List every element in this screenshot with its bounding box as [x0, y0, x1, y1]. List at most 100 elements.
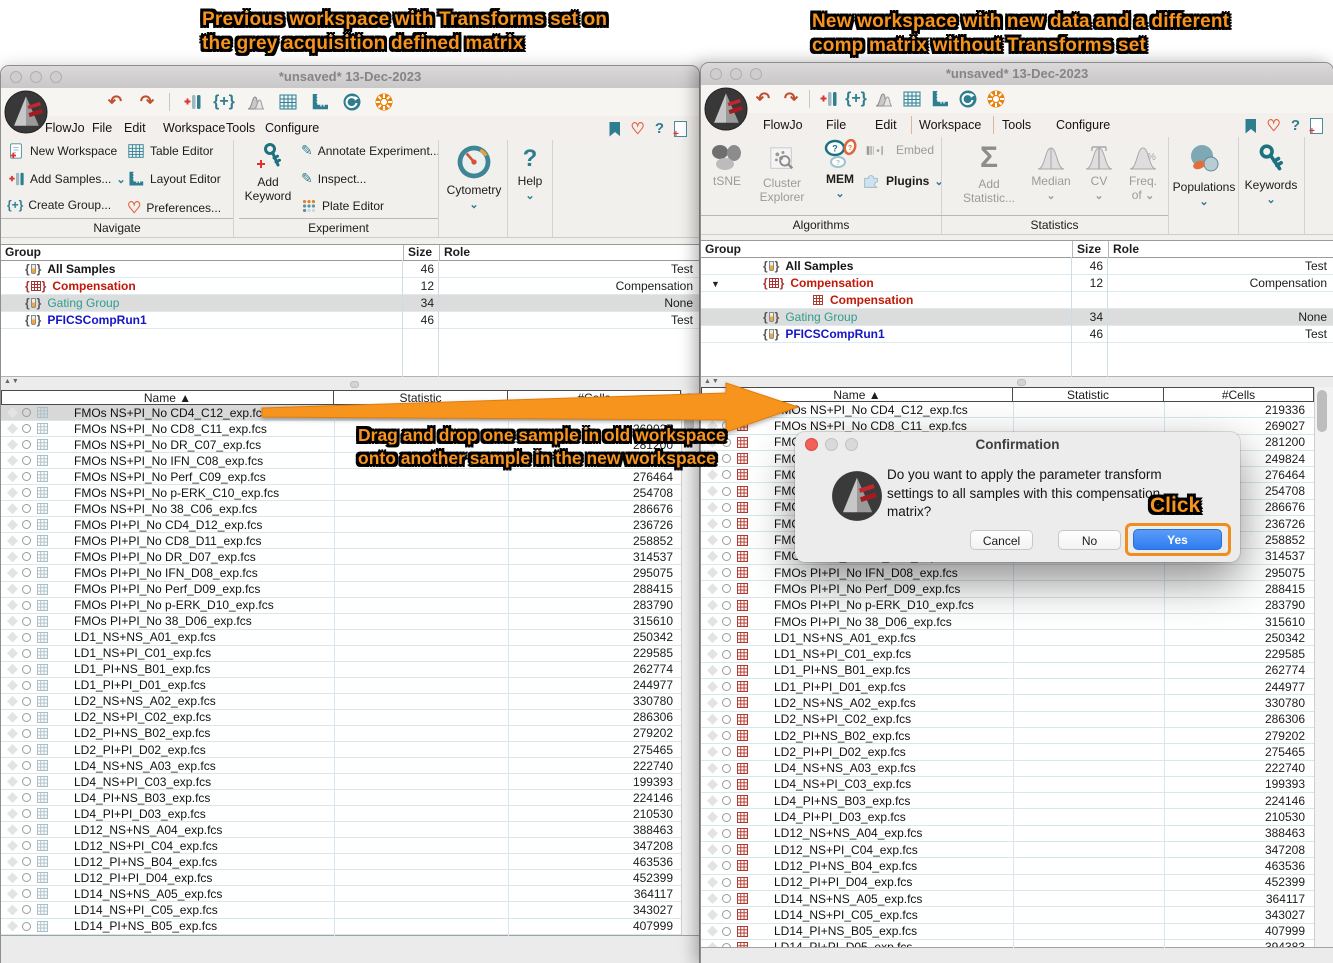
- splitter-handle[interactable]: [1017, 379, 1026, 386]
- sample-row[interactable]: LD14_NS+NS_A05_exp.fcs 364117: [1, 886, 681, 902]
- sample-row[interactable]: FMOs PI+PI_No Perf_D09_exp.fcs 288415: [1, 582, 681, 598]
- menu-tools[interactable]: Tools: [226, 116, 255, 140]
- sample-row[interactable]: LD2_PI+NS_B02_exp.fcs 279202: [1, 726, 681, 742]
- group-row-compensation-matrix[interactable]: Compensation: [701, 292, 1333, 309]
- sample-row[interactable]: FMOs PI+PI_No Perf_D09_exp.fcs 288415: [701, 581, 1314, 597]
- sample-row[interactable]: LD4_PI+PI_D03_exp.fcs 210530: [1, 806, 681, 822]
- close-button[interactable]: [10, 71, 22, 83]
- sample-row[interactable]: LD4_PI+PI_D03_exp.fcs 210530: [701, 809, 1314, 825]
- sample-row[interactable]: FMOs NS+PI_No p-ERK_C10_exp.fcs 254708: [1, 485, 681, 501]
- col-name[interactable]: Name ▲: [701, 387, 1013, 402]
- embed-button[interactable]: Embed: [865, 143, 934, 157]
- group-row-pficscomprun1[interactable]: PFICSCompRun1 46 Test: [1, 312, 699, 329]
- annotate-experiment-button[interactable]: ✎ Annotate Experiment...: [301, 142, 440, 159]
- sample-row[interactable]: FMOs PI+PI_No DR_D07_exp.fcs 314537: [1, 549, 681, 565]
- group-row-all-samples[interactable]: All Samples 46 Test: [1, 261, 699, 278]
- heart-icon[interactable]: [630, 119, 644, 139]
- redo-icon[interactable]: [781, 89, 801, 109]
- sample-row[interactable]: LD14_PI+NS_B05_exp.fcs 407999: [701, 924, 1314, 940]
- col-role[interactable]: Role: [440, 245, 699, 260]
- create-group-button[interactable]: {+} Create Group...: [7, 198, 111, 212]
- menu-edit[interactable]: Edit: [124, 116, 146, 140]
- menu-configure[interactable]: Configure: [265, 116, 319, 140]
- col-statistic[interactable]: Statistic: [1013, 387, 1164, 402]
- sample-row[interactable]: FMOs NS+PI_No CD4_C12_exp.fcs: [1, 405, 681, 421]
- sample-row[interactable]: LD12_PI+PI_D04_exp.fcs 452399: [1, 870, 681, 886]
- create-group-icon[interactable]: {+}: [214, 92, 234, 112]
- splitter-arrows-icon[interactable]: ▲▼: [704, 378, 720, 385]
- sample-row[interactable]: FMOs NS+PI_No CD4_C12_exp.fcs 219336: [701, 402, 1314, 418]
- new-doc-icon[interactable]: [1310, 118, 1323, 134]
- table-editor-icon[interactable]: [902, 89, 922, 109]
- minimize-button[interactable]: [30, 71, 42, 83]
- refresh-icon[interactable]: [342, 92, 362, 112]
- histogram-icon[interactable]: [246, 92, 266, 112]
- cv-button[interactable]: CV: [1081, 145, 1117, 202]
- sample-row[interactable]: LD1_PI+NS_B01_exp.fcs 262774: [701, 663, 1314, 679]
- sample-row[interactable]: LD1_PI+NS_B01_exp.fcs 262774: [1, 662, 681, 678]
- zoom-button[interactable]: [50, 71, 62, 83]
- new-workspace-button[interactable]: New Workspace: [7, 142, 117, 160]
- sample-row[interactable]: LD12_NS+PI_C04_exp.fcs 347208: [701, 842, 1314, 858]
- menu-tools[interactable]: Tools: [1002, 113, 1031, 137]
- sample-row[interactable]: FMOs PI+PI_No CD4_D12_exp.fcs 236726: [1, 517, 681, 533]
- sample-row[interactable]: LD12_PI+PI_D04_exp.fcs 452399: [701, 875, 1314, 891]
- sample-row[interactable]: LD12_PI+NS_B04_exp.fcs 463536: [1, 854, 681, 870]
- sample-row[interactable]: LD2_NS+NS_A02_exp.fcs 330780: [1, 694, 681, 710]
- group-row-compensation[interactable]: Compensation 12 Compensation: [701, 275, 1333, 292]
- sample-row[interactable]: FMOs PI+PI_No 38_D06_exp.fcs 315610: [701, 614, 1314, 630]
- sample-row[interactable]: LD1_NS+PI_C01_exp.fcs 229585: [1, 646, 681, 662]
- wheel-icon[interactable]: [986, 89, 1006, 109]
- expander-icon[interactable]: [711, 276, 725, 290]
- bookmark-icon[interactable]: [1245, 119, 1256, 134]
- menu-workspace[interactable]: Workspace: [919, 113, 981, 137]
- sample-row[interactable]: LD4_NS+NS_A03_exp.fcs 222740: [1, 758, 681, 774]
- sample-row[interactable]: LD2_PI+PI_D02_exp.fcs 275465: [701, 744, 1314, 760]
- col-cells[interactable]: #Cells: [1164, 387, 1314, 402]
- sample-row[interactable]: LD4_NS+NS_A03_exp.fcs 222740: [701, 761, 1314, 777]
- tsne-button[interactable]: tSNE: [707, 143, 747, 188]
- help-button[interactable]: ? Help: [510, 144, 550, 202]
- keywords-button[interactable]: Keywords: [1242, 143, 1300, 206]
- col-group[interactable]: Group: [1, 245, 404, 260]
- titlebar[interactable]: *unsaved* 13-Dec-2023: [701, 63, 1333, 86]
- menu-edit[interactable]: Edit: [875, 113, 897, 137]
- menu-flowjo[interactable]: FlowJo: [45, 116, 85, 140]
- sample-row[interactable]: LD4_PI+NS_B03_exp.fcs 224146: [1, 790, 681, 806]
- sample-row[interactable]: LD1_PI+PI_D01_exp.fcs 244977: [701, 679, 1314, 695]
- titlebar[interactable]: *unsaved* 13-Dec-2023: [1, 66, 699, 89]
- layout-editor-icon[interactable]: [930, 89, 950, 109]
- histogram-icon[interactable]: [874, 89, 894, 109]
- col-cells[interactable]: #Cells: [508, 390, 681, 405]
- wheel-icon[interactable]: [374, 92, 394, 112]
- add-keyword-button[interactable]: Add Keyword: [239, 142, 297, 203]
- sample-row[interactable]: LD1_NS+PI_C01_exp.fcs 229585: [701, 646, 1314, 662]
- sample-row[interactable]: LD14_NS+PI_C05_exp.fcs 343027: [1, 902, 681, 918]
- add-samples-icon[interactable]: [818, 89, 838, 109]
- sample-row[interactable]: LD2_NS+NS_A02_exp.fcs 330780: [701, 695, 1314, 711]
- preferences-button[interactable]: Preferences...: [127, 198, 221, 218]
- refresh-icon[interactable]: [958, 89, 978, 109]
- sample-row[interactable]: LD12_PI+NS_B04_exp.fcs 463536: [701, 858, 1314, 874]
- sample-row[interactable]: FMOs PI+PI_No p-ERK_D10_exp.fcs 283790: [701, 598, 1314, 614]
- group-row-gating-group[interactable]: Gating Group 34 None: [701, 309, 1333, 326]
- add-statistic-button[interactable]: Σ Add Statistic...: [957, 139, 1021, 205]
- add-samples-icon[interactable]: [182, 92, 202, 112]
- sample-row[interactable]: LD12_NS+NS_A04_exp.fcs 388463: [701, 826, 1314, 842]
- menu-file[interactable]: File: [92, 116, 112, 140]
- menu-file[interactable]: File: [826, 113, 846, 137]
- inspect-button[interactable]: ✎ Inspect...: [301, 170, 366, 187]
- sample-row[interactable]: FMOs PI+PI_No IFN_D08_exp.fcs 295075: [701, 565, 1314, 581]
- sample-row[interactable]: LD1_PI+PI_D01_exp.fcs 244977: [1, 678, 681, 694]
- close-button[interactable]: [710, 68, 722, 80]
- sample-row[interactable]: LD4_PI+NS_B03_exp.fcs 224146: [701, 793, 1314, 809]
- sample-row[interactable]: LD2_NS+PI_C02_exp.fcs 286306: [1, 710, 681, 726]
- redo-icon[interactable]: [137, 92, 157, 112]
- group-row-gating-group[interactable]: Gating Group 34 None: [1, 295, 699, 312]
- vertical-scrollbar[interactable]: [1314, 387, 1333, 948]
- col-role[interactable]: Role: [1109, 241, 1333, 257]
- sample-row[interactable]: LD2_PI+PI_D02_exp.fcs 275465: [1, 742, 681, 758]
- populations-button[interactable]: Populations: [1172, 143, 1236, 208]
- minimize-button[interactable]: [730, 68, 742, 80]
- undo-icon[interactable]: [105, 92, 125, 112]
